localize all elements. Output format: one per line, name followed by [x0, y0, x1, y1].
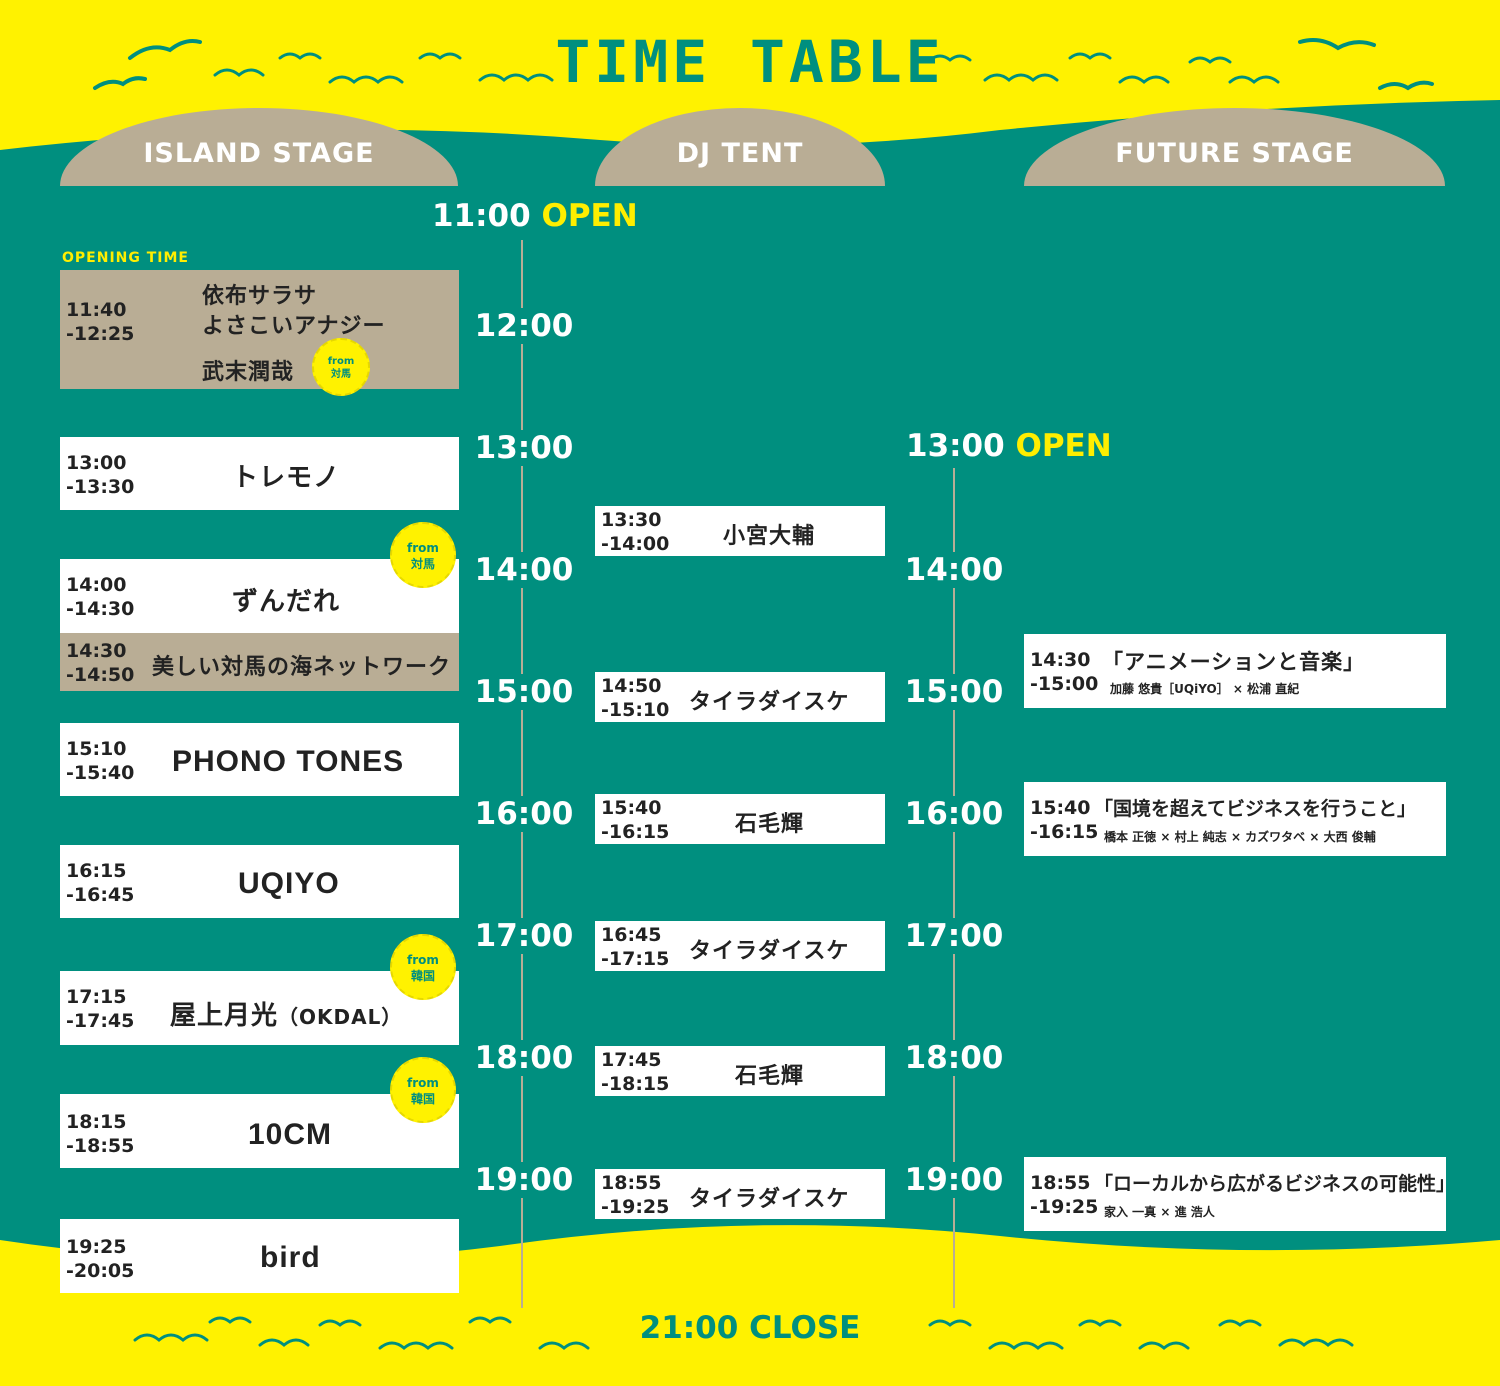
open-time: 11:00: [432, 198, 531, 234]
act-name-sub: （OKDAL）: [278, 1005, 403, 1029]
act-name: よさこいアナジー: [202, 314, 386, 339]
act-name: 屋上月光（OKDAL）: [170, 995, 402, 1032]
dj-slot: 13:30 -14:00 小宮大輔: [595, 506, 885, 556]
badge-place: 対馬: [331, 369, 351, 380]
badge-place: 韓国: [410, 1092, 435, 1106]
talk-title: 「アニメーションと音楽」: [1102, 650, 1366, 674]
act-name: ずんだれ: [232, 587, 341, 617]
hour-marker: 12:00: [469, 308, 579, 344]
slot-time: 16:45 -17:15: [601, 924, 670, 970]
act-name: 依布サラサ: [202, 284, 318, 309]
dj-slot: 14:50 -15:10 タイラダイスケ: [595, 672, 885, 722]
badge-from: from: [327, 356, 355, 367]
page-title: TIME TABLE: [555, 28, 945, 96]
talk-guests: 家入 一真 × 進 浩人: [1104, 1205, 1215, 1219]
hour-marker: 18:00: [899, 1040, 1009, 1076]
talk-guests: 加藤 悠貴［UQiYO］ × 松浦 直紀: [1110, 682, 1300, 696]
from-korea-badge: from 韓国: [390, 934, 456, 1000]
talk-title: 「国境を超えてビジネスを行うこと」: [1094, 798, 1417, 820]
opening-time-label: OPENING TIME: [62, 250, 189, 266]
open-label: OPEN: [1015, 428, 1112, 464]
hour-marker: 15:00: [469, 674, 579, 710]
act-name: UQIYO: [238, 867, 340, 900]
badge-place: 韓国: [410, 969, 435, 983]
island-slot: 14:30 -14:50 美しい対馬の海ネットワーク: [60, 633, 459, 691]
open-time: 13:00: [906, 428, 1005, 464]
slot-time: 14:00 -14:30: [66, 574, 135, 620]
future-slot: 15:40 -16:15 「国境を超えてビジネスを行うこと」 橋本 正徳 × 村…: [1024, 782, 1446, 856]
dj-slot: 18:55 -19:25 タイラダイスケ: [595, 1169, 885, 1219]
act-name: 石毛輝: [735, 812, 805, 837]
badge-from: from: [407, 1076, 439, 1090]
future-slot: 18:55 -19:25 「ローカルから広がるビジネスの可能性」 家入 一真 ×…: [1024, 1157, 1455, 1231]
act-name: 石毛輝: [735, 1064, 805, 1089]
hour-marker: 19:00: [899, 1162, 1009, 1198]
island-slot: 15:10 -15:40 PHONO TONES: [60, 723, 459, 796]
slot-time: 13:30 -14:00: [601, 509, 670, 555]
act-name: 美しい対馬の海ネットワーク: [152, 655, 452, 680]
slot-time: 17:15 -17:45: [66, 986, 135, 1032]
slot-time: 19:25 -20:05: [66, 1236, 135, 1282]
slot-time: 15:40 -16:15: [1030, 797, 1099, 843]
slot-time: 14:30 -14:50: [66, 640, 135, 686]
island-slot: 16:15 -16:45 UQIYO: [60, 845, 459, 918]
act-name: bird: [260, 1241, 321, 1274]
talk-title: 「ローカルから広がるビジネスの可能性」: [1094, 1173, 1456, 1195]
talk-guests: 橋本 正徳 × 村上 純志 × カズワタベ × 大西 俊輔: [1104, 830, 1376, 844]
island-slot: 19:25 -20:05 bird: [60, 1219, 459, 1293]
act-name: タイラダイスケ: [689, 1187, 850, 1212]
future-slot: 14:30 -15:00 「アニメーションと音楽」 加藤 悠貴［UQiYO］ ×…: [1024, 634, 1446, 708]
hour-marker: 17:00: [899, 918, 1009, 954]
open-marker-main: 11:00 OPEN: [432, 198, 638, 234]
act-name: PHONO TONES: [172, 745, 405, 778]
hour-marker: 13:00: [469, 430, 579, 466]
slot-time: 14:50 -15:10: [601, 675, 670, 721]
island-slot: 11:40 -12:25 依布サラサ よさこいアナジー 武末潤哉 from 対馬: [60, 270, 459, 396]
hour-marker: 15:00: [899, 674, 1009, 710]
slot-time: 15:40 -16:15: [601, 797, 670, 843]
slot-time: 18:15 -18:55: [66, 1111, 135, 1157]
act-name: トレモノ: [232, 463, 341, 493]
badge-place: 対馬: [410, 557, 435, 571]
timeline-line-main: [521, 240, 523, 1308]
slot-time: 11:40 -12:25: [66, 299, 135, 345]
from-tsushima-badge: from 対馬: [390, 522, 456, 588]
dj-slot: 16:45 -17:15 タイラダイスケ: [595, 921, 885, 971]
act-name: 武末潤哉: [202, 360, 295, 385]
dj-slot: 15:40 -16:15 石毛輝: [595, 794, 885, 844]
hour-marker: 17:00: [469, 918, 579, 954]
act-name: タイラダイスケ: [689, 939, 850, 964]
slot-time: 17:45 -18:15: [601, 1049, 670, 1095]
hour-marker: 16:00: [469, 796, 579, 832]
hour-marker: 14:00: [469, 552, 579, 588]
slot-time: 14:30 -15:00: [1030, 649, 1099, 695]
act-name: 10CM: [248, 1118, 333, 1151]
slot-time: 18:55 -19:25: [1030, 1172, 1099, 1218]
dj-slot: 17:45 -18:15 石毛輝: [595, 1046, 885, 1096]
hour-marker: 14:00: [899, 552, 1009, 588]
act-name: 小宮大輔: [723, 524, 816, 549]
slot-time: 13:00 -13:30: [66, 452, 135, 498]
slot-time: 15:10 -15:40: [66, 738, 135, 784]
hour-marker: 19:00: [469, 1162, 579, 1198]
from-tsushima-badge: from 対馬: [312, 338, 370, 396]
close-marker: 21:00 CLOSE: [639, 1310, 861, 1346]
act-name: タイラダイスケ: [689, 690, 850, 715]
island-slot: 13:00 -13:30 トレモノ: [60, 437, 459, 510]
hour-marker: 16:00: [899, 796, 1009, 832]
hour-marker: 18:00: [469, 1040, 579, 1076]
slot-time: 18:55 -19:25: [601, 1172, 670, 1218]
act-name-main: 屋上月光: [170, 1001, 279, 1031]
from-korea-badge: from 韓国: [390, 1057, 456, 1123]
badge-from: from: [407, 541, 439, 555]
open-label: OPEN: [541, 198, 638, 234]
badge-from: from: [407, 953, 439, 967]
open-marker-future: 13:00 OPEN: [906, 428, 1112, 464]
slot-time: 16:15 -16:45: [66, 860, 135, 906]
